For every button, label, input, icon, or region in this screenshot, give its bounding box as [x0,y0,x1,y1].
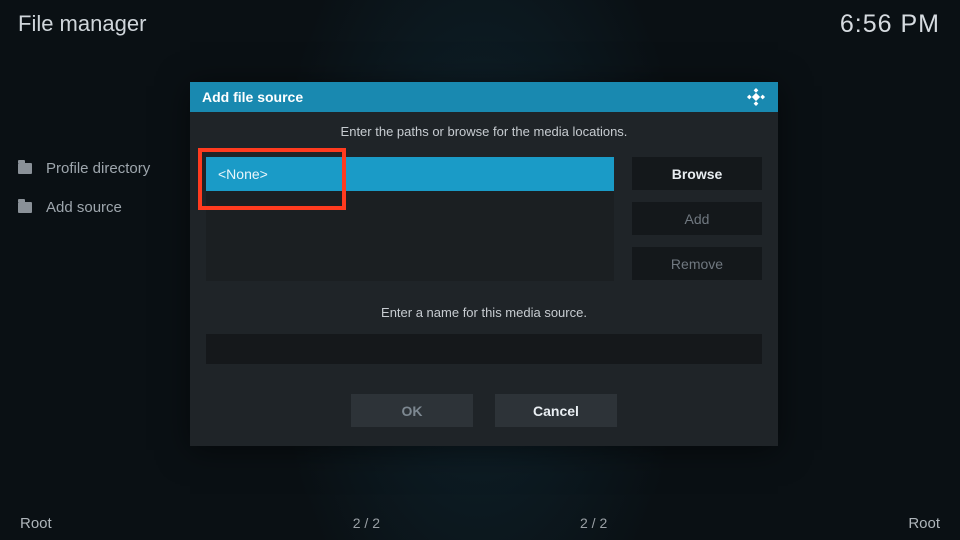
paths-row: <None> Browse Add Remove [206,157,762,281]
path-value: <None> [218,166,268,182]
sidebar-item-profile-directory[interactable]: Profile directory [18,160,150,177]
bottom-bar: Root 2 / 2 2 / 2 Root [0,506,960,540]
dialog-actions: OK Cancel [206,394,762,427]
folder-icon [18,202,32,213]
folder-icon [18,163,32,174]
name-instruction: Enter a name for this media source. [206,305,762,320]
footer-center: 2 / 2 2 / 2 [0,515,960,531]
clock: 6:56 PM [840,10,940,39]
path-buttons: Browse Add Remove [632,157,762,281]
remove-path-button[interactable]: Remove [632,247,762,280]
sidebar-item-add-source[interactable]: Add source [18,199,150,216]
media-name-input[interactable] [206,334,762,364]
footer-right-count: 2 / 2 [580,515,607,531]
top-bar: File manager 6:56 PM [0,0,960,48]
add-path-button[interactable]: Add [632,202,762,235]
footer-left-count: 2 / 2 [353,515,380,531]
dialog-title: Add file source [202,89,303,105]
path-item-none[interactable]: <None> [206,157,614,191]
dialog-body: Enter the paths or browse for the media … [190,112,778,427]
ok-button[interactable]: OK [351,394,473,427]
browse-button[interactable]: Browse [632,157,762,190]
dialog-titlebar: Add file source [190,82,778,112]
sidebar-item-label: Profile directory [46,160,150,177]
sidebar: Profile directory Add source [18,160,150,216]
add-file-source-dialog: Add file source Enter the paths or brows… [190,82,778,446]
paths-list[interactable]: <None> [206,157,614,281]
kodi-logo-icon [746,87,766,107]
sidebar-item-label: Add source [46,199,122,216]
cancel-button[interactable]: Cancel [495,394,617,427]
page-title: File manager [18,11,146,37]
path-instruction: Enter the paths or browse for the media … [206,124,762,139]
